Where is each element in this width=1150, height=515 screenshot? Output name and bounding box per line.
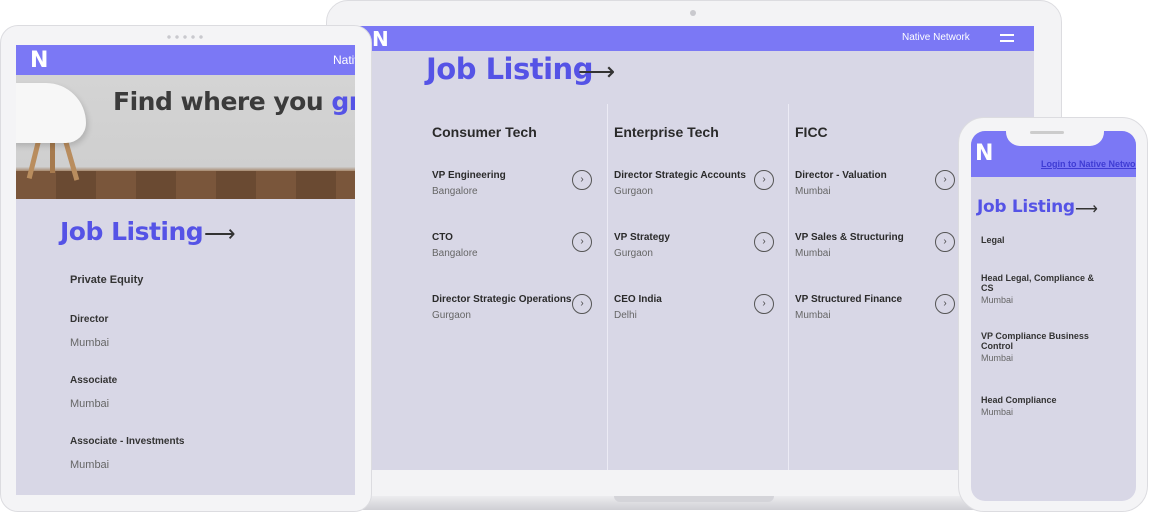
job-listing-item[interactable]: CTO Bangalore › [432,232,597,272]
category-heading: Private Equity [70,274,144,286]
job-title: VP Structured Finance [795,294,903,305]
job-listing-item[interactable]: Director Mumbai [70,314,109,349]
nav-brand-link[interactable]: Native Network [902,32,970,43]
job-location: Gurgaon [614,248,653,259]
job-title: Director [70,314,109,325]
logo-icon[interactable]: N [30,48,48,73]
tablet-navbar: N Native Network [16,45,355,75]
category-column-ficc: FICC Director - Valuation Mumbai › VP Sa… [788,104,969,470]
laptop-camera [690,10,696,16]
job-location: Gurgaon [614,186,653,197]
job-title: Director - Valuation [795,170,887,181]
job-listing-item[interactable]: VP Compliance Business Control Mumbai [981,331,1101,363]
job-listing-item[interactable]: Head Compliance Mumbai [981,395,1101,417]
login-link[interactable]: Login to Native Network [1041,159,1136,169]
job-listing-item[interactable]: Director - Valuation Mumbai › [795,170,960,210]
job-listing-item[interactable]: VP Structured Finance Mumbai › [795,294,960,334]
job-title: CEO India [614,294,662,305]
arrow-right-icon[interactable]: ⟶ [204,221,236,247]
arrow-right-icon[interactable]: ⟶ [1075,199,1098,219]
nav-brand-link[interactable]: Native Network [333,53,355,67]
job-listing-item[interactable]: Director Strategic Accounts Gurgaon › [614,170,779,210]
job-location: Mumbai [981,353,1014,363]
job-location: Mumbai [981,295,1014,305]
job-title: Associate [70,375,118,386]
job-location: Gurgaon [432,310,471,321]
laptop-notch [614,496,774,502]
job-listing-item[interactable]: Associate Mumbai [70,375,117,410]
job-listing-item[interactable]: Director Strategic Operations Gurgaon › [432,294,597,334]
job-title: Head Compliance [981,395,1057,405]
job-location: Mumbai [70,398,110,410]
job-location: Mumbai [981,407,1014,417]
job-location: Bangalore [432,248,478,259]
job-title: Head Legal, Compliance & CS [981,273,1095,293]
logo-icon[interactable]: N [975,141,993,166]
job-location: Mumbai [795,310,831,321]
hamburger-menu-icon[interactable] [1000,34,1014,42]
job-listing-item[interactable]: CEO India Delhi › [614,294,779,334]
job-location: Mumbai [70,337,110,349]
chevron-right-icon[interactable]: › [754,232,774,252]
category-heading: Consumer Tech [432,124,537,140]
job-location: Delhi [614,310,637,321]
page-title: Job Listing [977,197,1075,217]
job-location: Bangalore [432,186,478,197]
chevron-right-icon[interactable]: › [754,170,774,190]
job-title: Director Strategic Accounts [614,170,746,181]
page-title: Job Listing [426,52,593,86]
category-heading: Legal [981,235,1005,245]
job-title: CTO [432,232,453,243]
logo-icon[interactable]: N [372,27,389,51]
phone-speaker [1030,131,1064,134]
job-title: Director Strategic Operations [432,294,572,305]
phone-screen: N Login to Native Network Job Listing ⟶ … [971,131,1136,501]
job-listing-item[interactable]: Associate - Investments Mumbai [70,436,185,471]
job-title: VP Compliance Business Control [981,331,1089,351]
chevron-right-icon[interactable]: › [935,170,955,190]
tablet-screen: N Native Network Find where you grow Job… [16,45,355,495]
chevron-right-icon[interactable]: › [754,294,774,314]
laptop-screen: N Native Network Job Listing ⟶ Consumer … [350,26,1034,470]
category-heading: Enterprise Tech [614,124,719,140]
job-location: Mumbai [795,248,831,259]
job-title: VP Sales & Structuring [795,232,904,243]
job-location: Mumbai [795,186,831,197]
tablet-camera-dots [165,35,205,39]
page-title: Job Listing [60,217,204,246]
laptop-navbar: N Native Network [350,26,1034,51]
job-title: VP Engineering [432,170,506,181]
job-listing-item[interactable]: Head Legal, Compliance & CS Mumbai [981,273,1101,305]
chair-image [16,83,86,143]
category-heading: FICC [795,124,828,140]
chevron-right-icon[interactable]: › [935,294,955,314]
chevron-right-icon[interactable]: › [572,170,592,190]
chevron-right-icon[interactable]: › [572,232,592,252]
job-listing-item[interactable]: VP Sales & Structuring Mumbai › [795,232,960,272]
category-column-consumer-tech: Consumer Tech VP Engineering Bangalore ›… [426,104,607,470]
chevron-right-icon[interactable]: › [935,232,955,252]
job-title: Associate - Investments [70,436,185,447]
hero-floor [16,171,355,199]
chevron-right-icon[interactable]: › [572,294,592,314]
arrow-right-icon[interactable]: ⟶ [578,56,615,87]
category-column-enterprise-tech: Enterprise Tech Director Strategic Accou… [607,104,788,470]
job-title: VP Strategy [614,232,670,243]
hero-banner: Find where you grow [16,75,355,199]
hero-headline: Find where you grow [113,87,355,116]
job-location: Mumbai [70,459,110,471]
job-listing-item[interactable]: VP Strategy Gurgaon › [614,232,779,272]
job-listing-item[interactable]: VP Engineering Bangalore › [432,170,597,210]
